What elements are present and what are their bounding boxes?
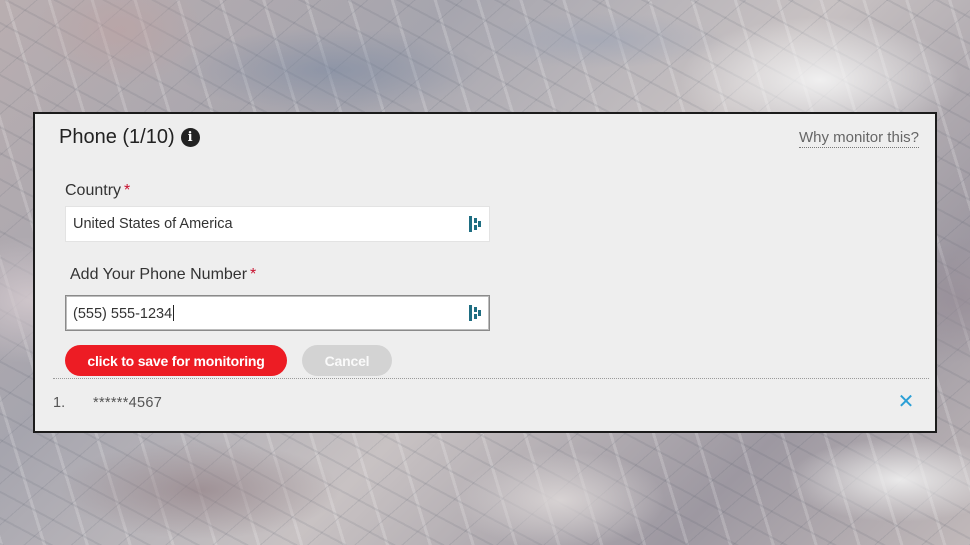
cancel-button[interactable]: Cancel [302, 345, 392, 376]
dashlane-autofill-icon[interactable] [469, 305, 481, 321]
phone-label-text: Add Your Phone Number [70, 266, 248, 283]
list-item: 1. ******4567 ✕ [53, 392, 915, 414]
info-icon[interactable]: i [180, 128, 200, 147]
save-for-monitoring-button[interactable]: click to save for monitoring [65, 345, 287, 376]
phone-value-text: (555) 555-1234 [73, 305, 173, 322]
remove-icon[interactable]: ✕ [897, 392, 915, 412]
dashlane-autofill-icon[interactable] [469, 216, 481, 232]
panel-title: Phone (1/10) [59, 126, 175, 148]
country-label: Country * [65, 182, 130, 200]
phone-input-value[interactable]: (555) 555-1234 [73, 304, 469, 322]
country-value: United States of America [73, 216, 233, 232]
phone-label: Add Your Phone Number * [70, 266, 256, 284]
divider [53, 378, 929, 379]
masked-phone-number: ******4567 [93, 395, 163, 411]
phone-input[interactable]: (555) 555-1234 [65, 295, 490, 331]
list-item-index: 1. [53, 395, 66, 411]
text-caret [173, 304, 175, 321]
country-label-text: Country [65, 182, 122, 199]
required-mark: * [250, 266, 257, 283]
panel-header: Phone (1/10) i [59, 126, 200, 149]
required-mark: * [124, 182, 131, 199]
country-select[interactable]: United States of America [65, 206, 490, 242]
phone-monitor-panel: Phone (1/10) i Why monitor this? Country… [33, 112, 937, 433]
why-monitor-link[interactable]: Why monitor this? [798, 129, 919, 148]
